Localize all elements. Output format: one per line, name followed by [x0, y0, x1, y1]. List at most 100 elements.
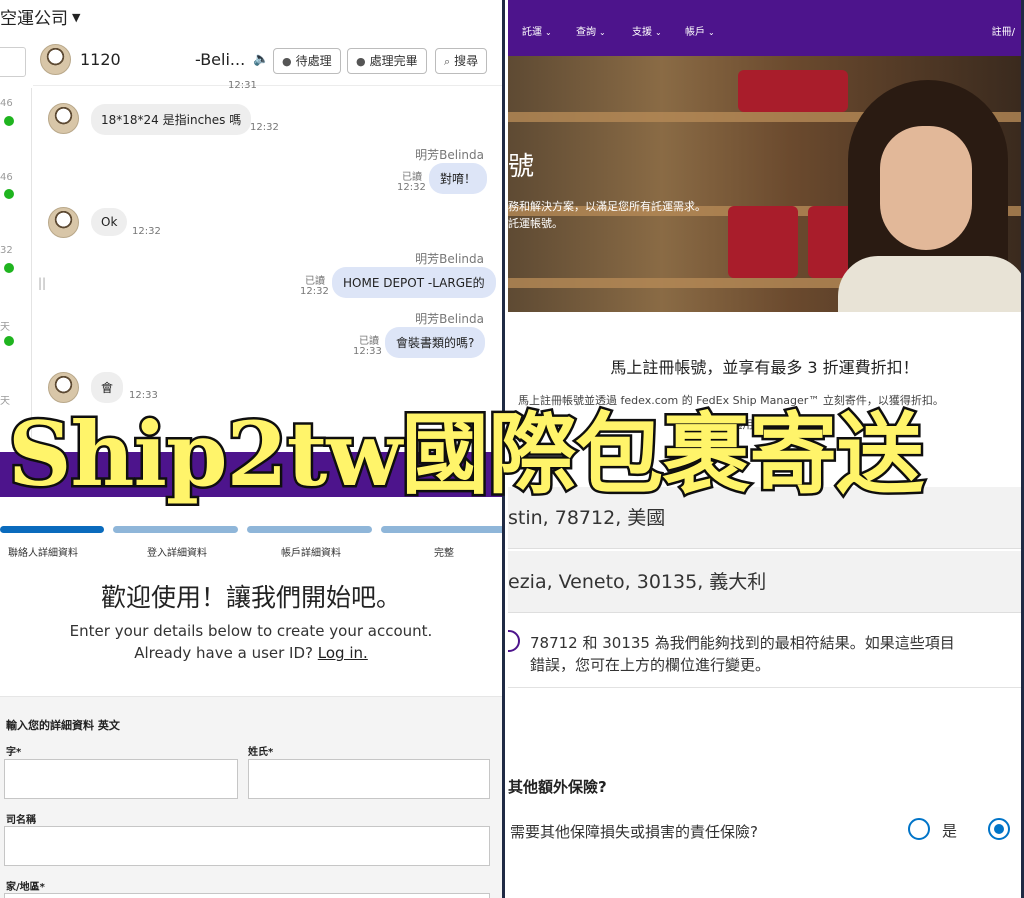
- hero-text: 託運帳號。: [508, 217, 563, 230]
- login-prompt: Already have a user ID? Log in.: [0, 644, 502, 662]
- promo-text: 馬上註冊帳號並透過 fedex.com 的 FedEx Ship Manager…: [518, 394, 944, 407]
- sender-name: 明芳Belinda: [415, 252, 484, 266]
- terms-link[interactable]: *條款適用。: [704, 416, 765, 432]
- conversation-time: 天: [0, 322, 10, 333]
- last-name-label: 姓氏*: [248, 747, 274, 758]
- progress-step-4: [381, 526, 502, 533]
- done-label: 處理完畢: [369, 54, 418, 68]
- incoming-message[interactable]: 會: [91, 372, 124, 403]
- online-status-dot: [4, 116, 14, 126]
- online-status-dot: [4, 263, 14, 273]
- outgoing-message[interactable]: 對唷！: [429, 163, 488, 194]
- insurance-yes-label: 是: [942, 822, 958, 840]
- search-icon: ⌕: [444, 55, 451, 68]
- contact-id: 1120: [80, 50, 121, 69]
- first-name-field[interactable]: [4, 759, 238, 799]
- chevron-down-icon: ⌄: [655, 28, 662, 37]
- fedex-nav-bar: 託運 ⌄ 查詢 ⌄ 支援 ⌄ 帳戶 ⌄ 註冊/: [508, 0, 1021, 56]
- chevron-down-icon: ⌄: [599, 28, 606, 37]
- conversation-time: 32: [0, 245, 13, 256]
- conversation-time: 46: [0, 172, 13, 183]
- outgoing-message[interactable]: HOME DEPOT -LARGE的: [332, 267, 496, 298]
- chevron-down-icon: ⌄: [545, 28, 552, 37]
- speaker-icon[interactable]: 🔈: [253, 52, 269, 67]
- promo-title: 馬上註冊帳號，並享有最多 3 折運費折扣！: [610, 358, 919, 377]
- contact-avatar[interactable]: [40, 44, 71, 75]
- insurance-question: 需要其他保障損失或損害的責任保險?: [510, 823, 758, 841]
- intro-text: Enter your details below to create your …: [69, 622, 433, 640]
- basket: [738, 70, 848, 112]
- online-status-dot: [4, 336, 14, 346]
- nav-support-label: 支援: [632, 27, 652, 38]
- nav-ship[interactable]: 託運 ⌄: [522, 23, 552, 38]
- register-link[interactable]: 註冊/: [992, 23, 1015, 38]
- nav-account[interactable]: 帳戶 ⌄: [685, 23, 715, 38]
- welcome-heading: 歡迎使用！讓我們開始吧。: [100, 583, 401, 612]
- info-icon: [508, 630, 520, 652]
- search-label: 搜尋: [454, 54, 479, 68]
- incoming-message[interactable]: Ok: [91, 208, 128, 236]
- message-time: 12:33: [353, 346, 382, 357]
- company-name: 空運公司: [0, 9, 68, 29]
- outgoing-message[interactable]: 會裝書類的嗎?: [385, 327, 486, 358]
- conversation-search-input[interactable]: [0, 47, 26, 77]
- hero-image: [508, 56, 1021, 312]
- nav-account-label: 帳戶: [685, 27, 705, 38]
- form-title: 輸入您的詳細資料 英文: [6, 719, 120, 732]
- company-selector[interactable]: 空運公司 ▼: [0, 4, 80, 29]
- chat-bubble-icon: ●: [282, 55, 292, 68]
- last-name-field[interactable]: [248, 759, 490, 799]
- resize-handle[interactable]: ||: [38, 276, 46, 290]
- progress-step-1: [0, 526, 104, 533]
- contact-avatar: [48, 103, 79, 134]
- login-link[interactable]: Log in.: [318, 644, 368, 662]
- message-time: 12:32: [300, 286, 329, 297]
- online-status-dot: [4, 189, 14, 199]
- country-select[interactable]: [4, 893, 490, 898]
- read-receipt: 已讀: [359, 336, 379, 347]
- conversation-time: 46: [0, 98, 13, 109]
- message-time: 12:32: [132, 226, 161, 237]
- top-nav-bar: [0, 452, 502, 497]
- insurance-yes-radio[interactable]: [908, 818, 930, 840]
- login-prompt-text: Already have a user ID?: [134, 644, 313, 662]
- country-label: 家/地區*: [6, 882, 45, 893]
- person-face: [880, 126, 972, 250]
- company-field[interactable]: [4, 826, 490, 866]
- fedex-page: 託運 ⌄ 查詢 ⌄ 支援 ⌄ 帳戶 ⌄ 註冊/ 號 務和解決方案，以滿足您所有託運需求。…: [508, 0, 1024, 452]
- insurance-no-radio[interactable]: [988, 818, 1010, 840]
- conversation-list: 46 46 32 天 天: [0, 88, 32, 452]
- search-button[interactable]: ⌕ 搜尋: [435, 48, 488, 74]
- read-receipt: 已讀: [402, 172, 422, 183]
- chat-bubble-icon: ●: [356, 55, 366, 68]
- sender-name: 明芳Belinda: [415, 148, 484, 162]
- step-label: 帳戶詳細資料: [281, 548, 341, 559]
- pending-button[interactable]: ● 待處理: [273, 48, 341, 74]
- contact-avatar: [48, 372, 79, 403]
- chat-window: 空運公司 ▼ 46 46 32 天 天 1120 -Beli... 🔈 ● 待處理 …: [0, 0, 505, 452]
- message-time: 12:33: [129, 390, 158, 401]
- nav-support[interactable]: 支援 ⌄: [632, 23, 662, 38]
- company-label: 司名稱: [6, 815, 36, 826]
- caret-down-icon: ▼: [72, 11, 81, 24]
- nav-track-label: 查詢: [576, 27, 596, 38]
- first-name-label: 字*: [6, 747, 22, 758]
- progress-step-3: [247, 526, 372, 533]
- pending-label: 待處理: [295, 54, 332, 68]
- origin-address-field[interactable]: stin, 78712, 美國: [508, 487, 1021, 549]
- incoming-message[interactable]: 18*18*24 是指inches 嗎: [91, 104, 252, 135]
- done-button[interactable]: ● 處理完畢: [347, 48, 427, 74]
- step-label: 登入詳細資料: [147, 548, 207, 559]
- contact-name: -Beli...: [195, 50, 246, 69]
- chevron-down-icon: ⌄: [708, 28, 715, 37]
- conversation-time: 天: [0, 396, 10, 407]
- address-panel: stin, 78712, 美國 ezia, Veneto, 30135, 義大利…: [508, 452, 1024, 898]
- person-body: [838, 256, 1021, 312]
- nav-track[interactable]: 查詢 ⌄: [576, 23, 606, 38]
- hero-text: 務和解決方案，以滿足您所有託運需求。: [508, 200, 706, 213]
- insurance-title: 其他額外保險?: [508, 778, 607, 796]
- hero-title: 號: [508, 152, 535, 182]
- signup-panel: 聯絡人詳細資料 登入詳細資料 帳戶詳細資料 完整 歡迎使用！讓我們開始吧。 En…: [0, 452, 505, 898]
- destination-address-field[interactable]: ezia, Veneto, 30135, 義大利: [508, 551, 1021, 613]
- basket: [728, 206, 798, 278]
